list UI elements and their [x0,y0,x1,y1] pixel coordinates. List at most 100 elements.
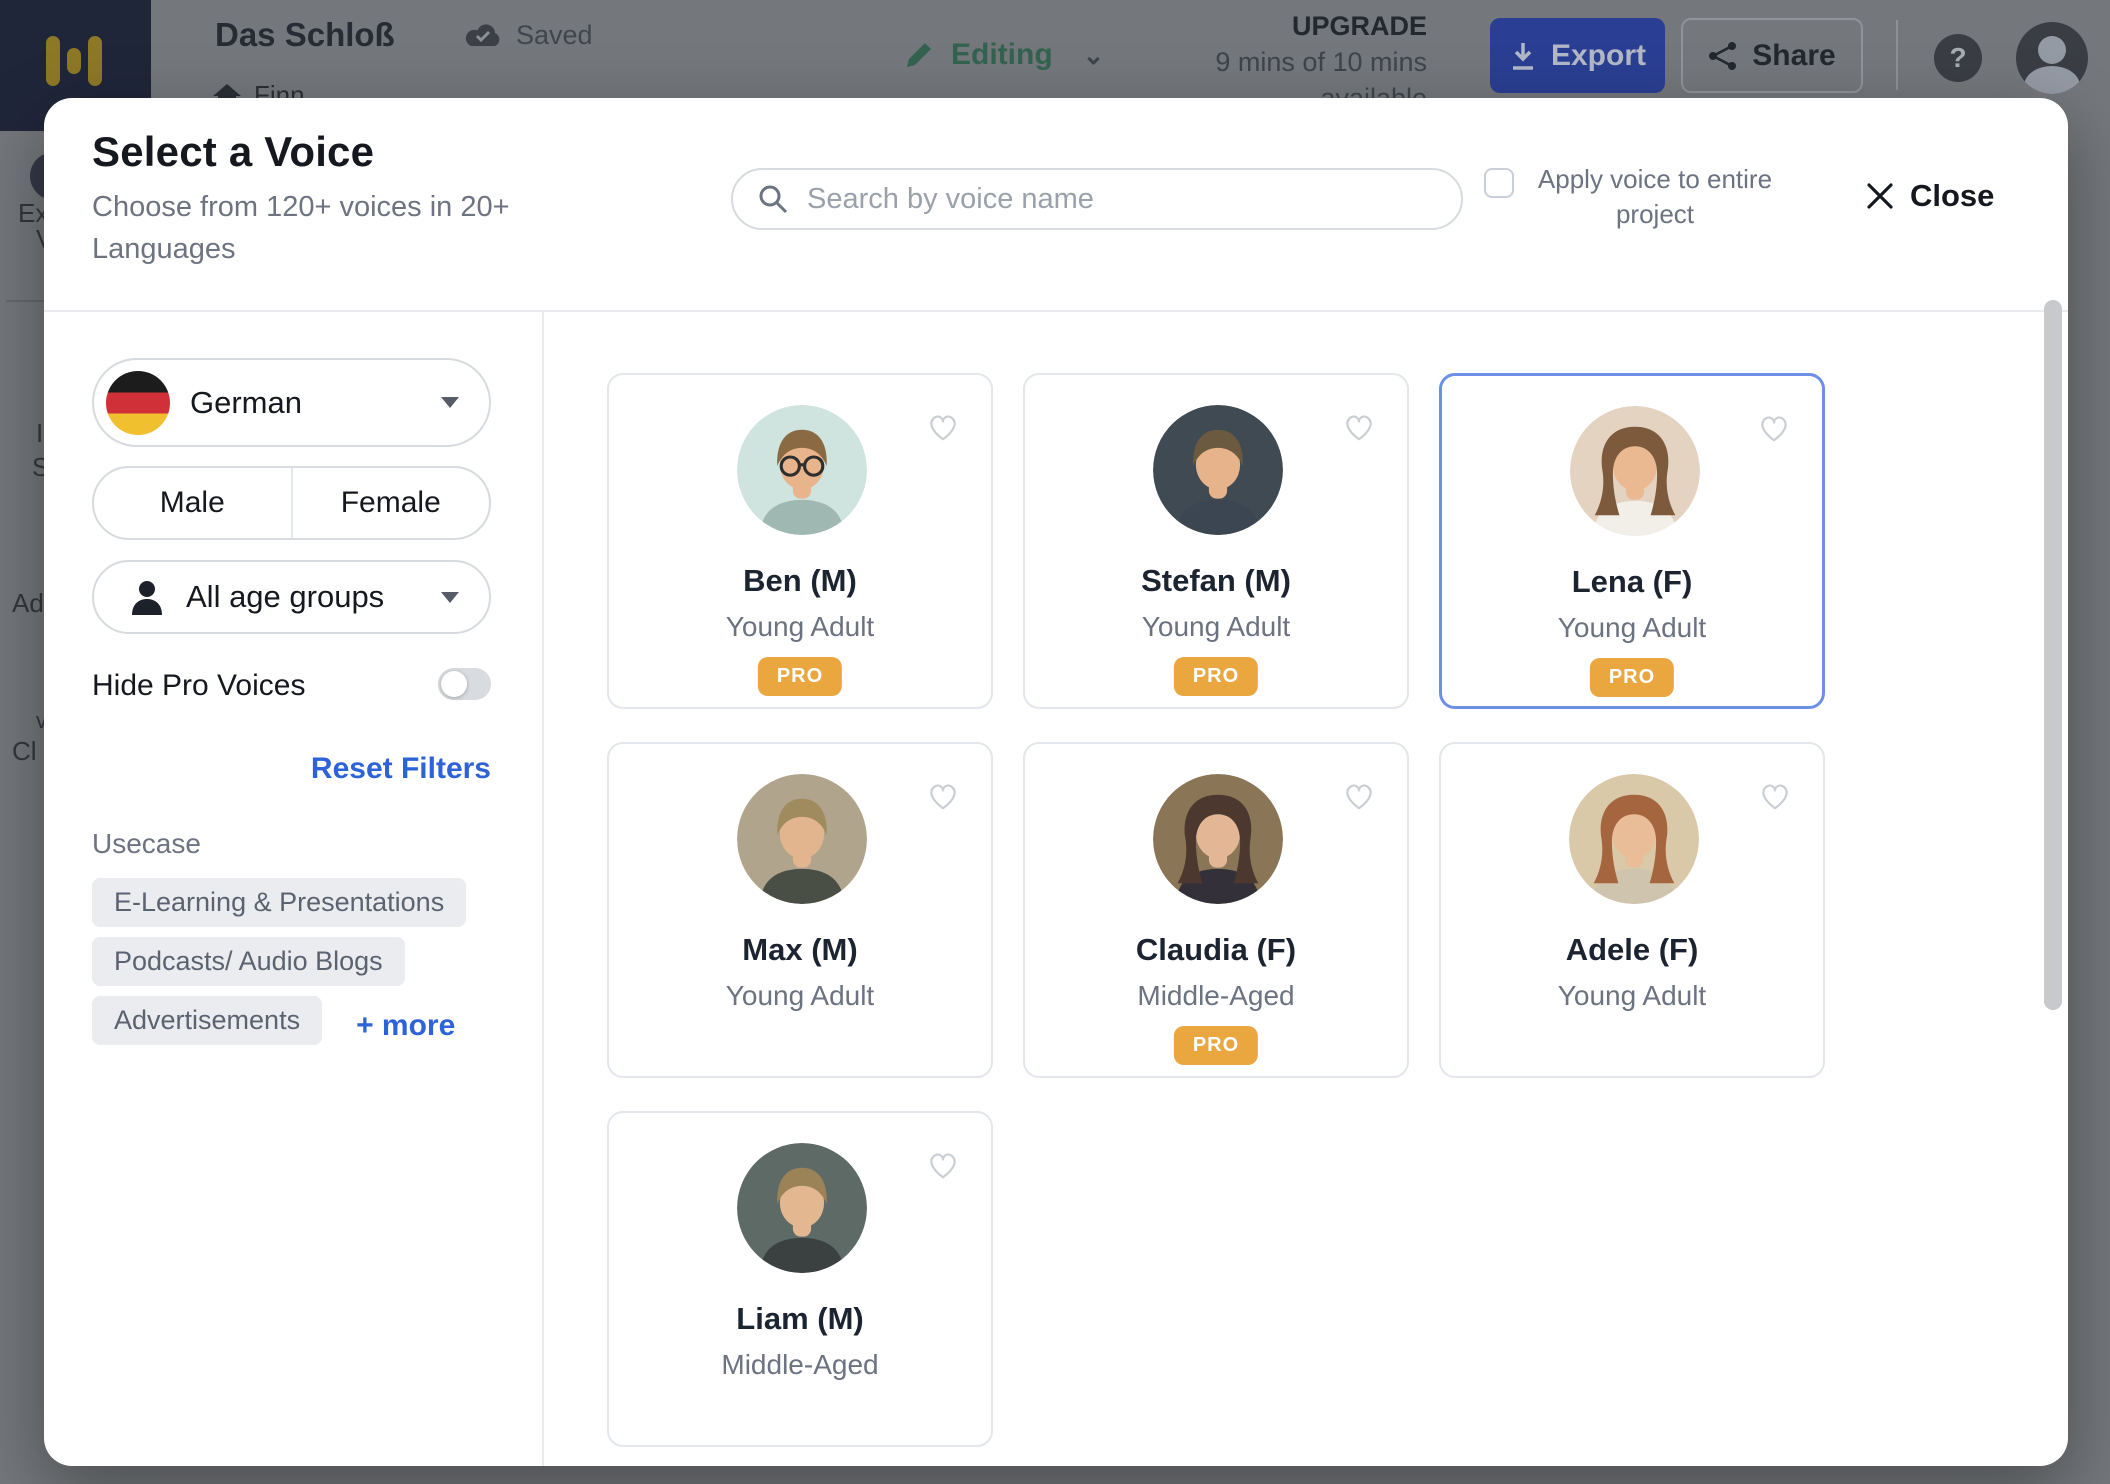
caret-down-icon [441,592,459,603]
more-usecases-link[interactable]: + more [356,1009,455,1043]
voice-age-group: Young Adult [1441,980,1823,1012]
pencil-icon [903,39,935,71]
favorite-heart-icon[interactable] [1756,410,1792,446]
voice-card[interactable]: Max (M) Young Adult [607,742,993,1078]
gender-option-male[interactable]: Male [94,468,293,538]
search-icon [757,183,789,215]
voice-card[interactable]: Lena (F) Young Adult PRO [1439,373,1825,709]
language-select[interactable]: German [92,358,491,447]
voice-photo [737,405,867,535]
cloud-check-icon [462,21,504,51]
usecase-tag[interactable]: Podcasts/ Audio Blogs [92,937,405,986]
voice-age-group: Young Adult [609,980,991,1012]
voice-age-group: Young Adult [609,611,991,643]
export-button[interactable]: Export [1490,18,1665,93]
voice-age-group: Young Adult [1025,611,1407,643]
voice-search[interactable] [731,168,1463,230]
voice-photo [1569,774,1699,904]
help-button[interactable]: ? [1934,34,1982,82]
pro-badge: PRO [1174,657,1258,696]
favorite-heart-icon[interactable] [1341,409,1377,445]
modal-subtitle: Choose from 120+ voices in 20+ Languages [92,186,552,270]
share-button[interactable]: Share [1681,18,1863,93]
project-title: Das Schloß [215,16,395,54]
pro-badge: PRO [1590,658,1674,697]
sidebar-partial-label: I [36,418,43,449]
voice-photo [737,774,867,904]
quota-line1: 9 mins of 10 mins [1215,44,1427,80]
save-status: Saved [462,20,593,51]
favorite-heart-icon[interactable] [1757,778,1793,814]
age-group-select[interactable]: All age groups [92,560,491,634]
german-flag-icon [106,371,170,435]
usecase-tag[interactable]: Advertisements [92,996,322,1045]
save-status-label: Saved [516,20,593,51]
gender-segmented-control: Male Female [92,466,491,540]
favorite-heart-icon[interactable] [925,409,961,445]
upgrade-label[interactable]: UPGRADE [1215,8,1427,44]
voice-age-group: Middle-Aged [1025,980,1407,1012]
sidebar-partial-label: Cl [12,736,37,767]
voice-name: Claudia (F) [1025,932,1407,968]
mode-label: Editing [951,38,1053,72]
search-input[interactable] [807,183,1437,216]
user-avatar[interactable] [2016,22,2088,94]
modal-header-divider [44,310,2068,312]
hide-pro-toggle[interactable] [438,668,491,700]
voice-age-group: Young Adult [1442,612,1822,644]
voice-photo [737,1143,867,1273]
voice-name: Ben (M) [609,563,991,599]
voice-card[interactable]: Adele (F) Young Adult [1439,742,1825,1078]
usecase-heading: Usecase [92,828,201,860]
voice-photo [1153,405,1283,535]
close-button[interactable]: Close [1866,178,1994,214]
pro-badge: PRO [1174,1026,1258,1065]
gender-option-female[interactable]: Female [293,468,490,538]
pro-badge: PRO [758,657,842,696]
voice-card-grid: Ben (M) Young Adult PRO Stefan (M) Young… [607,373,1825,1447]
voice-card[interactable]: Claudia (F) Middle-Aged PRO [1023,742,1409,1078]
share-button-label: Share [1752,39,1835,73]
usecase-tag[interactable]: E-Learning & Presentations [92,878,466,927]
filter-panel-divider [542,312,544,1466]
select-voice-modal: Select a Voice Choose from 120+ voices i… [44,98,2068,1466]
toggle-knob [441,671,467,697]
close-icon [1866,182,1894,210]
share-icon [1708,41,1738,71]
voice-photo [1153,774,1283,904]
sidebar-partial-label: Ad [12,588,44,619]
close-button-label: Close [1910,178,1994,214]
scrollbar-thumb[interactable] [2044,300,2062,1010]
usecase-tags: E-Learning & Presentations Podcasts/ Aud… [92,878,512,1055]
voice-name: Stefan (M) [1025,563,1407,599]
apply-voice-checkbox[interactable] [1484,168,1514,198]
voice-photo [1570,406,1700,536]
favorite-heart-icon[interactable] [925,1147,961,1183]
voice-card[interactable]: Ben (M) Young Adult PRO [607,373,993,709]
voice-card[interactable]: Liam (M) Middle-Aged [607,1111,993,1447]
voice-card[interactable]: Stefan (M) Young Adult PRO [1023,373,1409,709]
voice-name: Lena (F) [1442,564,1822,600]
download-icon [1509,41,1537,71]
voice-name: Liam (M) [609,1301,991,1337]
age-group-value: All age groups [186,579,419,615]
favorite-heart-icon[interactable] [1341,778,1377,814]
favorite-heart-icon[interactable] [925,778,961,814]
hide-pro-label: Hide Pro Voices [92,669,305,703]
voice-name: Max (M) [609,932,991,968]
sidebar-divider [6,300,44,302]
chevron-down-icon: ⌄ [1083,40,1105,71]
voice-age-group: Middle-Aged [609,1349,991,1381]
caret-down-icon [441,397,459,408]
reset-filters-link[interactable]: Reset Filters [92,752,491,786]
avatar-person-icon [2038,36,2066,64]
voice-name: Adele (F) [1441,932,1823,968]
help-icon: ? [1949,42,1966,74]
export-button-label: Export [1551,39,1646,73]
modal-title: Select a Voice [92,128,374,176]
person-icon [130,579,164,615]
apply-voice-label: Apply voice to entire project [1530,162,1780,232]
header-divider [1896,20,1898,90]
language-select-value: German [190,385,421,421]
mode-dropdown[interactable]: Editing ⌄ [903,38,1104,72]
